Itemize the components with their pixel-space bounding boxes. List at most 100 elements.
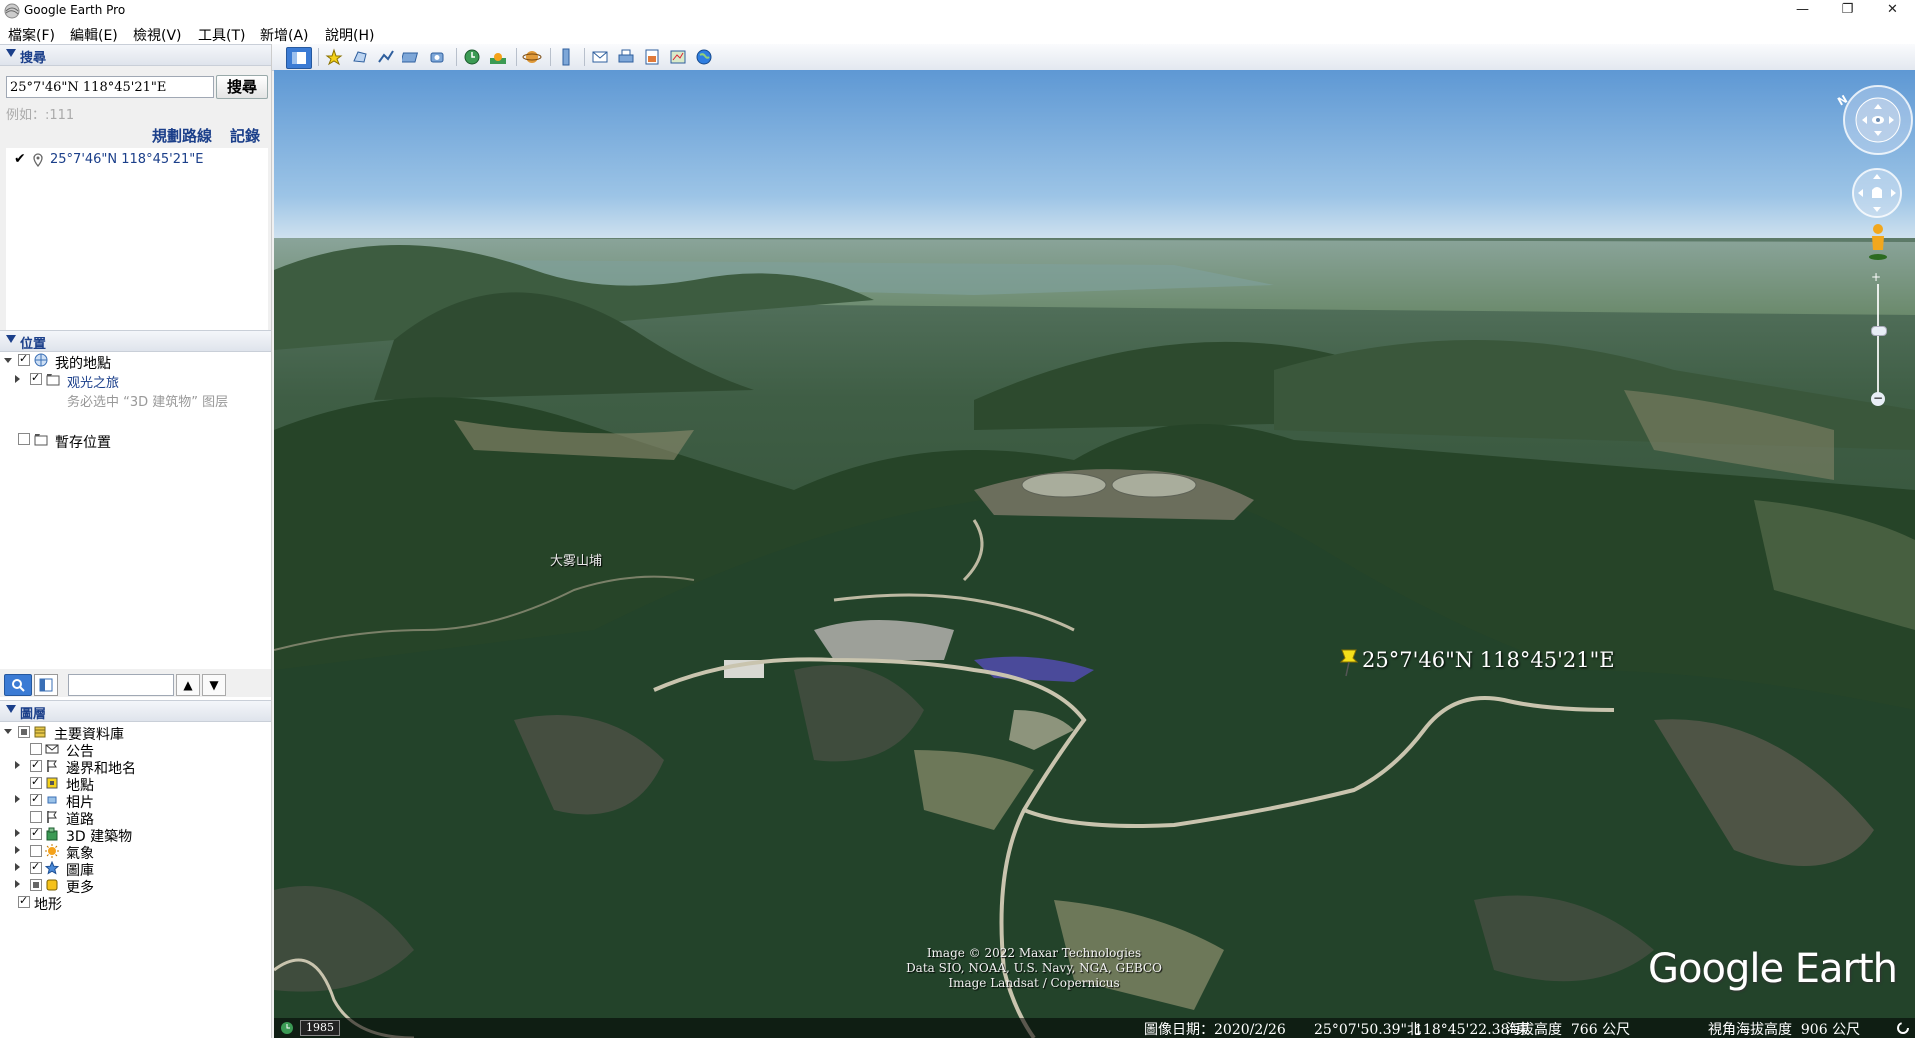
layer-checkbox[interactable] [30,760,42,772]
menu-edit[interactable]: 編輯(E) [70,25,118,45]
imagery-year-badge[interactable]: 1985 [300,1020,340,1036]
collapse-triangle-icon [6,335,16,343]
database-icon [34,726,46,738]
expand-arrow-icon[interactable] [15,863,20,871]
zoom-out-icon[interactable]: − [1871,392,1885,406]
historical-imagery-icon[interactable] [280,1021,294,1035]
expand-arrow-icon[interactable] [15,375,20,383]
menu-add[interactable]: 新增(A) [260,25,309,45]
layer-checkbox[interactable] [18,896,30,908]
places-filter-input[interactable] [68,674,174,696]
layer-checkbox[interactable] [30,845,42,857]
layers-tree: 主要資料庫公告邊界和地名地點相片道路3D 建築物氣象圖庫更多地形 [0,722,271,1038]
zoom-in-icon[interactable]: + [1871,270,1881,284]
layer-checkbox[interactable] [30,862,42,874]
look-joystick-icon[interactable] [1840,82,1914,156]
restore-button[interactable]: ❐ [1825,0,1870,22]
collapse-triangle-icon [6,705,16,713]
attribution-line: Image Landsat / Copernicus [948,976,1120,990]
view-in-maps-button[interactable] [668,47,688,67]
move-joystick-icon[interactable] [1850,166,1904,220]
save-image-icon [645,49,659,65]
directions-link[interactable]: 規劃路線 [152,125,212,146]
search-result-item[interactable]: 25°7'46"N 118°45'21"E [50,152,203,167]
temporary-places-checkbox[interactable] [18,433,30,445]
expand-arrow-icon[interactable] [4,358,12,363]
search-places-button[interactable] [4,674,32,696]
places-tree: 我的地點 观光之旅 务必选中 “3D 建筑物” 图层 暫存位置 [0,352,271,712]
menu-file[interactable]: 檔案(F) [8,25,55,45]
yellow-pushpin-icon[interactable] [1338,648,1360,678]
terrain-view[interactable] [274,70,1915,1038]
sunlight-button[interactable] [488,47,508,67]
places-panel-header[interactable]: 位置 [0,330,271,352]
minimize-button[interactable]: — [1780,0,1825,22]
print-button[interactable] [616,47,636,67]
layer-checkbox[interactable] [30,743,42,755]
my-places-checkbox[interactable] [18,354,30,366]
panel-toggle-button[interactable] [34,674,58,696]
close-window-button[interactable]: ✕ [1870,0,1915,22]
layer-checkbox[interactable] [30,828,42,840]
move-up-button[interactable]: ▲ [176,674,200,696]
expand-arrow-icon[interactable] [4,729,12,734]
layer-checkbox[interactable] [18,726,30,738]
pin-icon [33,153,43,167]
streaming-indicator-icon [1897,1022,1909,1034]
earth-3d-view[interactable]: 25°7'46"N 118°45'21"E 大雾山埔 N + − Image ©… [274,70,1915,1038]
menu-view[interactable]: 檢視(V) [133,25,182,45]
layer-checkbox[interactable] [30,794,42,806]
expand-arrow-icon[interactable] [15,846,20,854]
add-polygon-button[interactable] [350,47,370,67]
add-placemark-button[interactable] [324,47,344,67]
layer-label: 地形 [34,897,62,913]
move-down-button[interactable]: ▼ [202,674,226,696]
expand-arrow-icon[interactable] [15,795,20,803]
tour-folder-checkbox[interactable] [30,373,42,385]
menu-help[interactable]: 說明(H) [325,25,374,45]
record-tour-button[interactable] [428,47,448,67]
zoom-slider[interactable]: + − [1871,270,1887,408]
menu-tools[interactable]: 工具(T) [198,25,245,45]
save-image-button[interactable] [642,47,662,67]
road-icon [47,811,57,823]
menu-bar: 檔案(F) 編輯(E) 檢視(V) 工具(T) 新增(A) 說明(H) [0,22,1915,44]
look-control[interactable]: N [1835,82,1914,156]
layer-checkbox[interactable] [30,879,42,891]
search-input[interactable] [6,76,214,98]
planet-icon [522,51,542,63]
place-icon [46,777,58,789]
camera-icon [430,52,444,63]
sidebar-toggle-button[interactable] [286,47,312,69]
weather-icon [45,844,59,858]
ruler-icon [562,48,570,66]
layers-panel-header[interactable]: 圖層 [0,700,271,722]
expand-arrow-icon[interactable] [15,880,20,888]
historical-imagery-button[interactable] [462,47,482,67]
layer-checkbox[interactable] [30,777,42,789]
move-control[interactable] [1850,166,1904,220]
ruler-button[interactable] [556,47,576,67]
search-button[interactable]: 搜尋 [216,75,268,99]
email-button[interactable] [590,47,610,67]
place-name-label[interactable]: 大雾山埔 [550,550,602,569]
polygon-icon [353,51,367,63]
add-path-button[interactable] [376,47,396,67]
eye-altitude-readout: 視角海拔高度 906 公尺 [1708,1022,1861,1038]
sidebar: 搜尋 搜尋 例如：:111 規劃路線 記錄 ✔ 25°7'46"N 118°45… [0,44,272,1038]
envelope-icon [592,51,608,63]
layer-checkbox[interactable] [30,811,42,823]
zoom-slider-thumb[interactable] [1871,326,1887,336]
add-image-overlay-button[interactable] [400,47,422,67]
street-view-pegman-icon[interactable] [1866,222,1890,262]
earth-gallery-button[interactable] [694,47,714,67]
planets-button[interactable] [522,47,542,67]
expand-arrow-icon[interactable] [15,829,20,837]
history-link[interactable]: 記錄 [230,125,260,146]
sun-icon [490,53,506,64]
search-panel-header[interactable]: 搜尋 [0,44,271,66]
expand-arrow-icon[interactable] [15,761,20,769]
latitude-readout: 25°07'50.39"北 [1314,1022,1421,1038]
folder-icon [46,374,60,386]
search-results-list: ✔ 25°7'46"N 118°45'21"E [6,148,268,338]
